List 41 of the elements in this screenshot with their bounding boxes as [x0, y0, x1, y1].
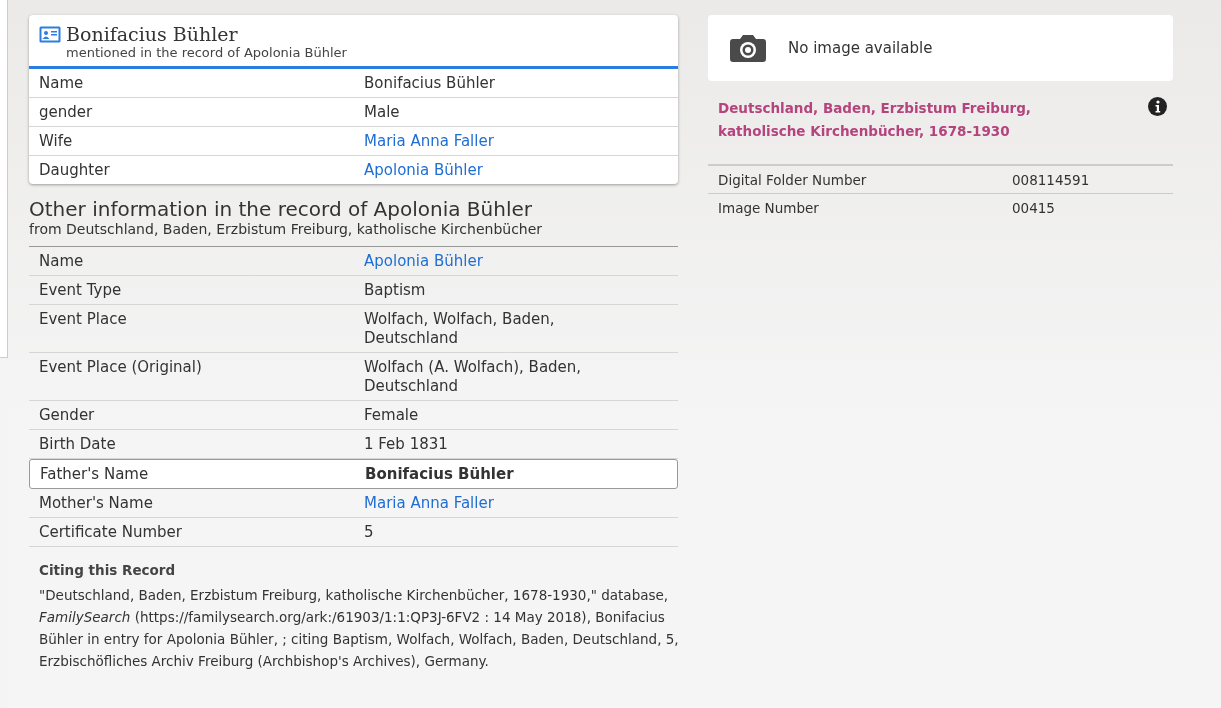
field-value: 008114591	[1012, 172, 1091, 188]
field-label: Name	[39, 252, 85, 271]
section-subtitle: from Deutschland, Baden, Erzbistum Freiburg, katholische Kirchenbücher	[29, 221, 544, 237]
field-label: Name	[39, 74, 85, 93]
field-label: Event Type	[39, 281, 123, 300]
field-value: Baptism	[364, 281, 426, 300]
field-label: Birth Date	[39, 435, 117, 454]
camera-icon	[730, 34, 766, 62]
field-value: Female	[364, 406, 419, 425]
person-link[interactable]: Maria Anna Faller	[364, 132, 494, 151]
citation-text: "Deutschland, Baden, Erzbistum Freiburg, katholische Kirchenbücher, 1678-1930," database, FamilySearch (https://familysearch.org/ark:/61903/1:1:QP3J-6FV2 : 14 May 2018), Bonifacius Bühler in entry for Apolonia Bühler, ; citing Baptism, Wolfach, Wolfach, Baden, Deutschland, 5, Erzbischöfliches Archiv Freiburg (Archbishop's Archives), Germany.	[39, 586, 680, 671]
field-label: Image Number	[718, 200, 820, 216]
citation-heading: Citing this Record	[39, 562, 177, 578]
field-label: gender	[39, 103, 94, 122]
no-image-message: No image available	[788, 39, 933, 57]
field-label: Event Place	[39, 310, 128, 330]
field-label: Father's Name	[40, 465, 150, 484]
collection-link[interactable]: Deutschland, Baden, Erzbistum Freiburg, katholische Kirchenbücher, 1678-1930	[718, 97, 1078, 164]
field-label: Daughter	[39, 161, 111, 180]
field-value: Male	[364, 103, 400, 122]
section-title: Other information in the record of Apolonia Bühler	[29, 197, 533, 221]
field-value: 5	[364, 523, 374, 542]
person-subtitle: mentioned in the record of Apolonia Bühler	[65, 45, 348, 60]
field-value: 1 Feb 1831	[364, 435, 448, 454]
field-label: Wife	[39, 132, 74, 151]
info-icon[interactable]	[1148, 97, 1167, 116]
field-label: Event Place (Original)	[39, 358, 203, 378]
person-link[interactable]: Apolonia Bühler	[364, 161, 483, 180]
field-value: Wolfach (A. Wolfach), Baden, Deutschland	[364, 358, 583, 396]
field-value: 00415	[1012, 200, 1056, 216]
person-link[interactable]: Maria Anna Faller	[364, 494, 494, 513]
field-label: Digital Folder Number	[718, 172, 868, 188]
person-link[interactable]: Apolonia Bühler	[364, 252, 483, 271]
field-label: Gender	[39, 406, 96, 425]
id-card-icon	[39, 25, 61, 43]
field-value: Bonifacius Bühler	[364, 74, 495, 93]
field-label: Mother's Name	[39, 494, 154, 513]
person-name: Bonifacius Bühler	[66, 23, 238, 45]
field-value: Wolfach, Wolfach, Baden, Deutschland	[364, 310, 556, 348]
field-value: Bonifacius Bühler	[365, 465, 514, 484]
field-label: Certificate Number	[39, 523, 183, 542]
